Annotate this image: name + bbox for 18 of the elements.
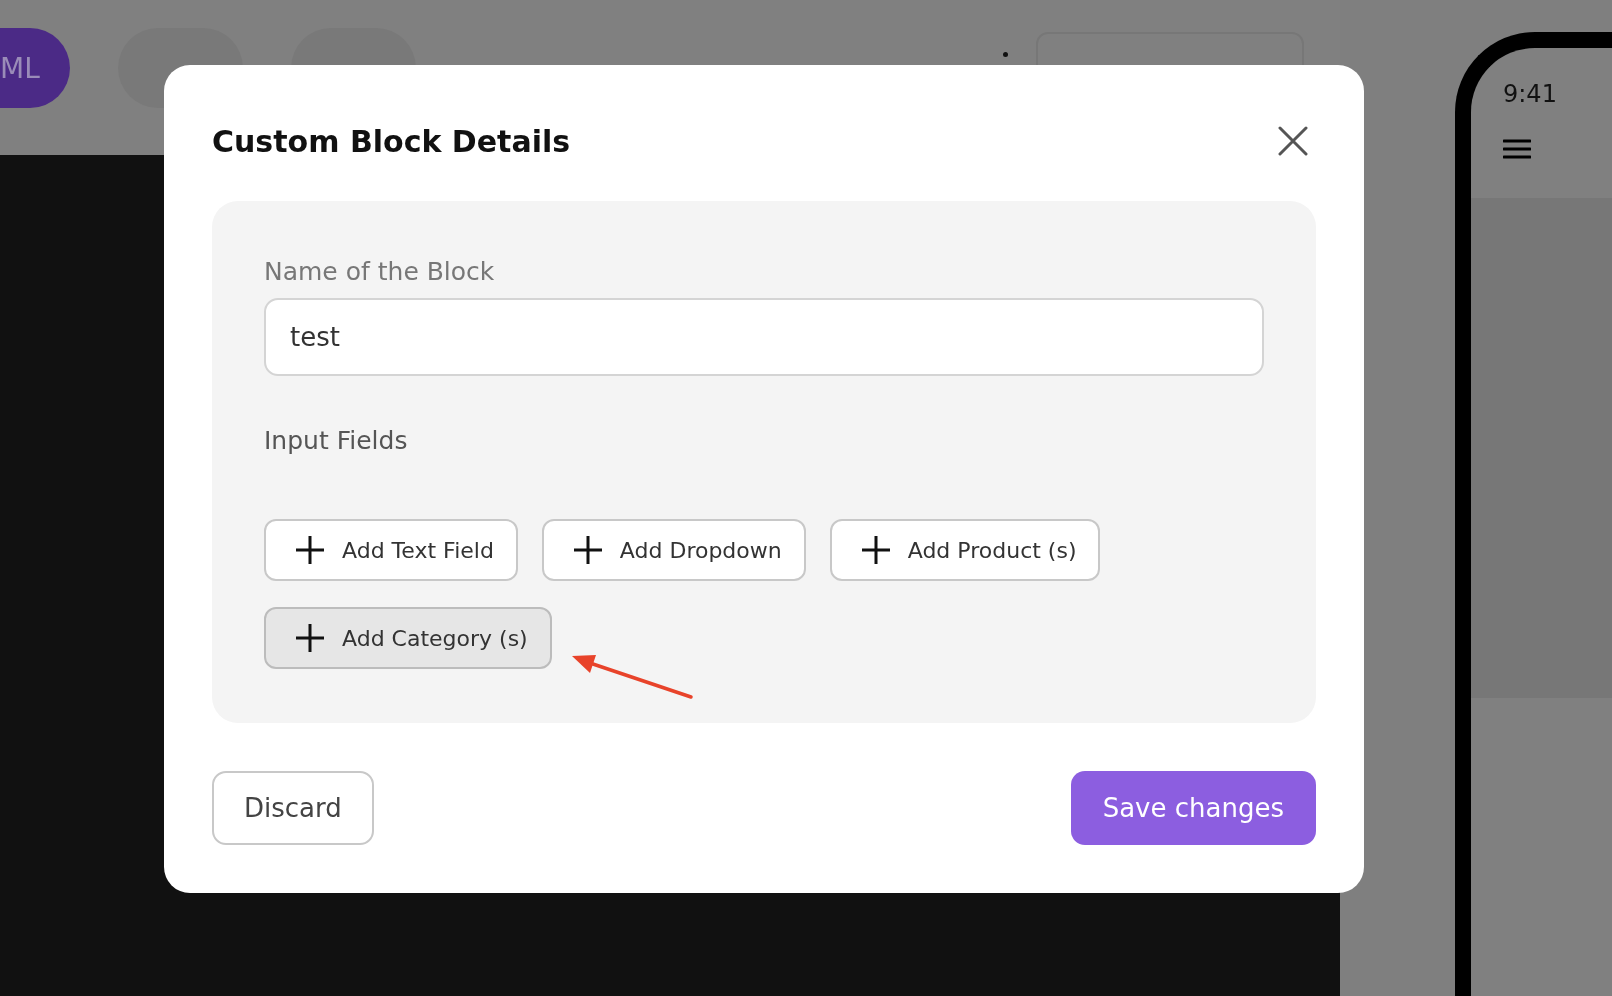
name-field[interactable]: test — [264, 298, 1264, 376]
discard-button[interactable]: Discard — [212, 771, 374, 845]
section-label: Input Fields — [264, 426, 408, 455]
menu-icon[interactable] — [1503, 138, 1531, 160]
add-field-button[interactable]: Add Dropdown — [541, 519, 806, 581]
plus-icon — [859, 534, 892, 566]
field-label: Name of the Block — [264, 257, 495, 286]
save-button[interactable]: Save changes — [1070, 771, 1316, 845]
dialog-title: Custom Block Details — [212, 123, 571, 159]
dot-icon — [1003, 52, 1008, 57]
plus-icon — [571, 534, 604, 566]
close-icon[interactable] — [1278, 126, 1308, 156]
status-time: 9:41 — [1503, 80, 1558, 108]
add-field-button[interactable]: Add Category (s) — [264, 607, 552, 669]
plus-icon — [294, 622, 326, 654]
plus-icon — [294, 534, 326, 566]
add-field-button[interactable]: Add Product (s) — [829, 519, 1101, 581]
add-field-button[interactable]: Add Text Field — [264, 519, 518, 581]
